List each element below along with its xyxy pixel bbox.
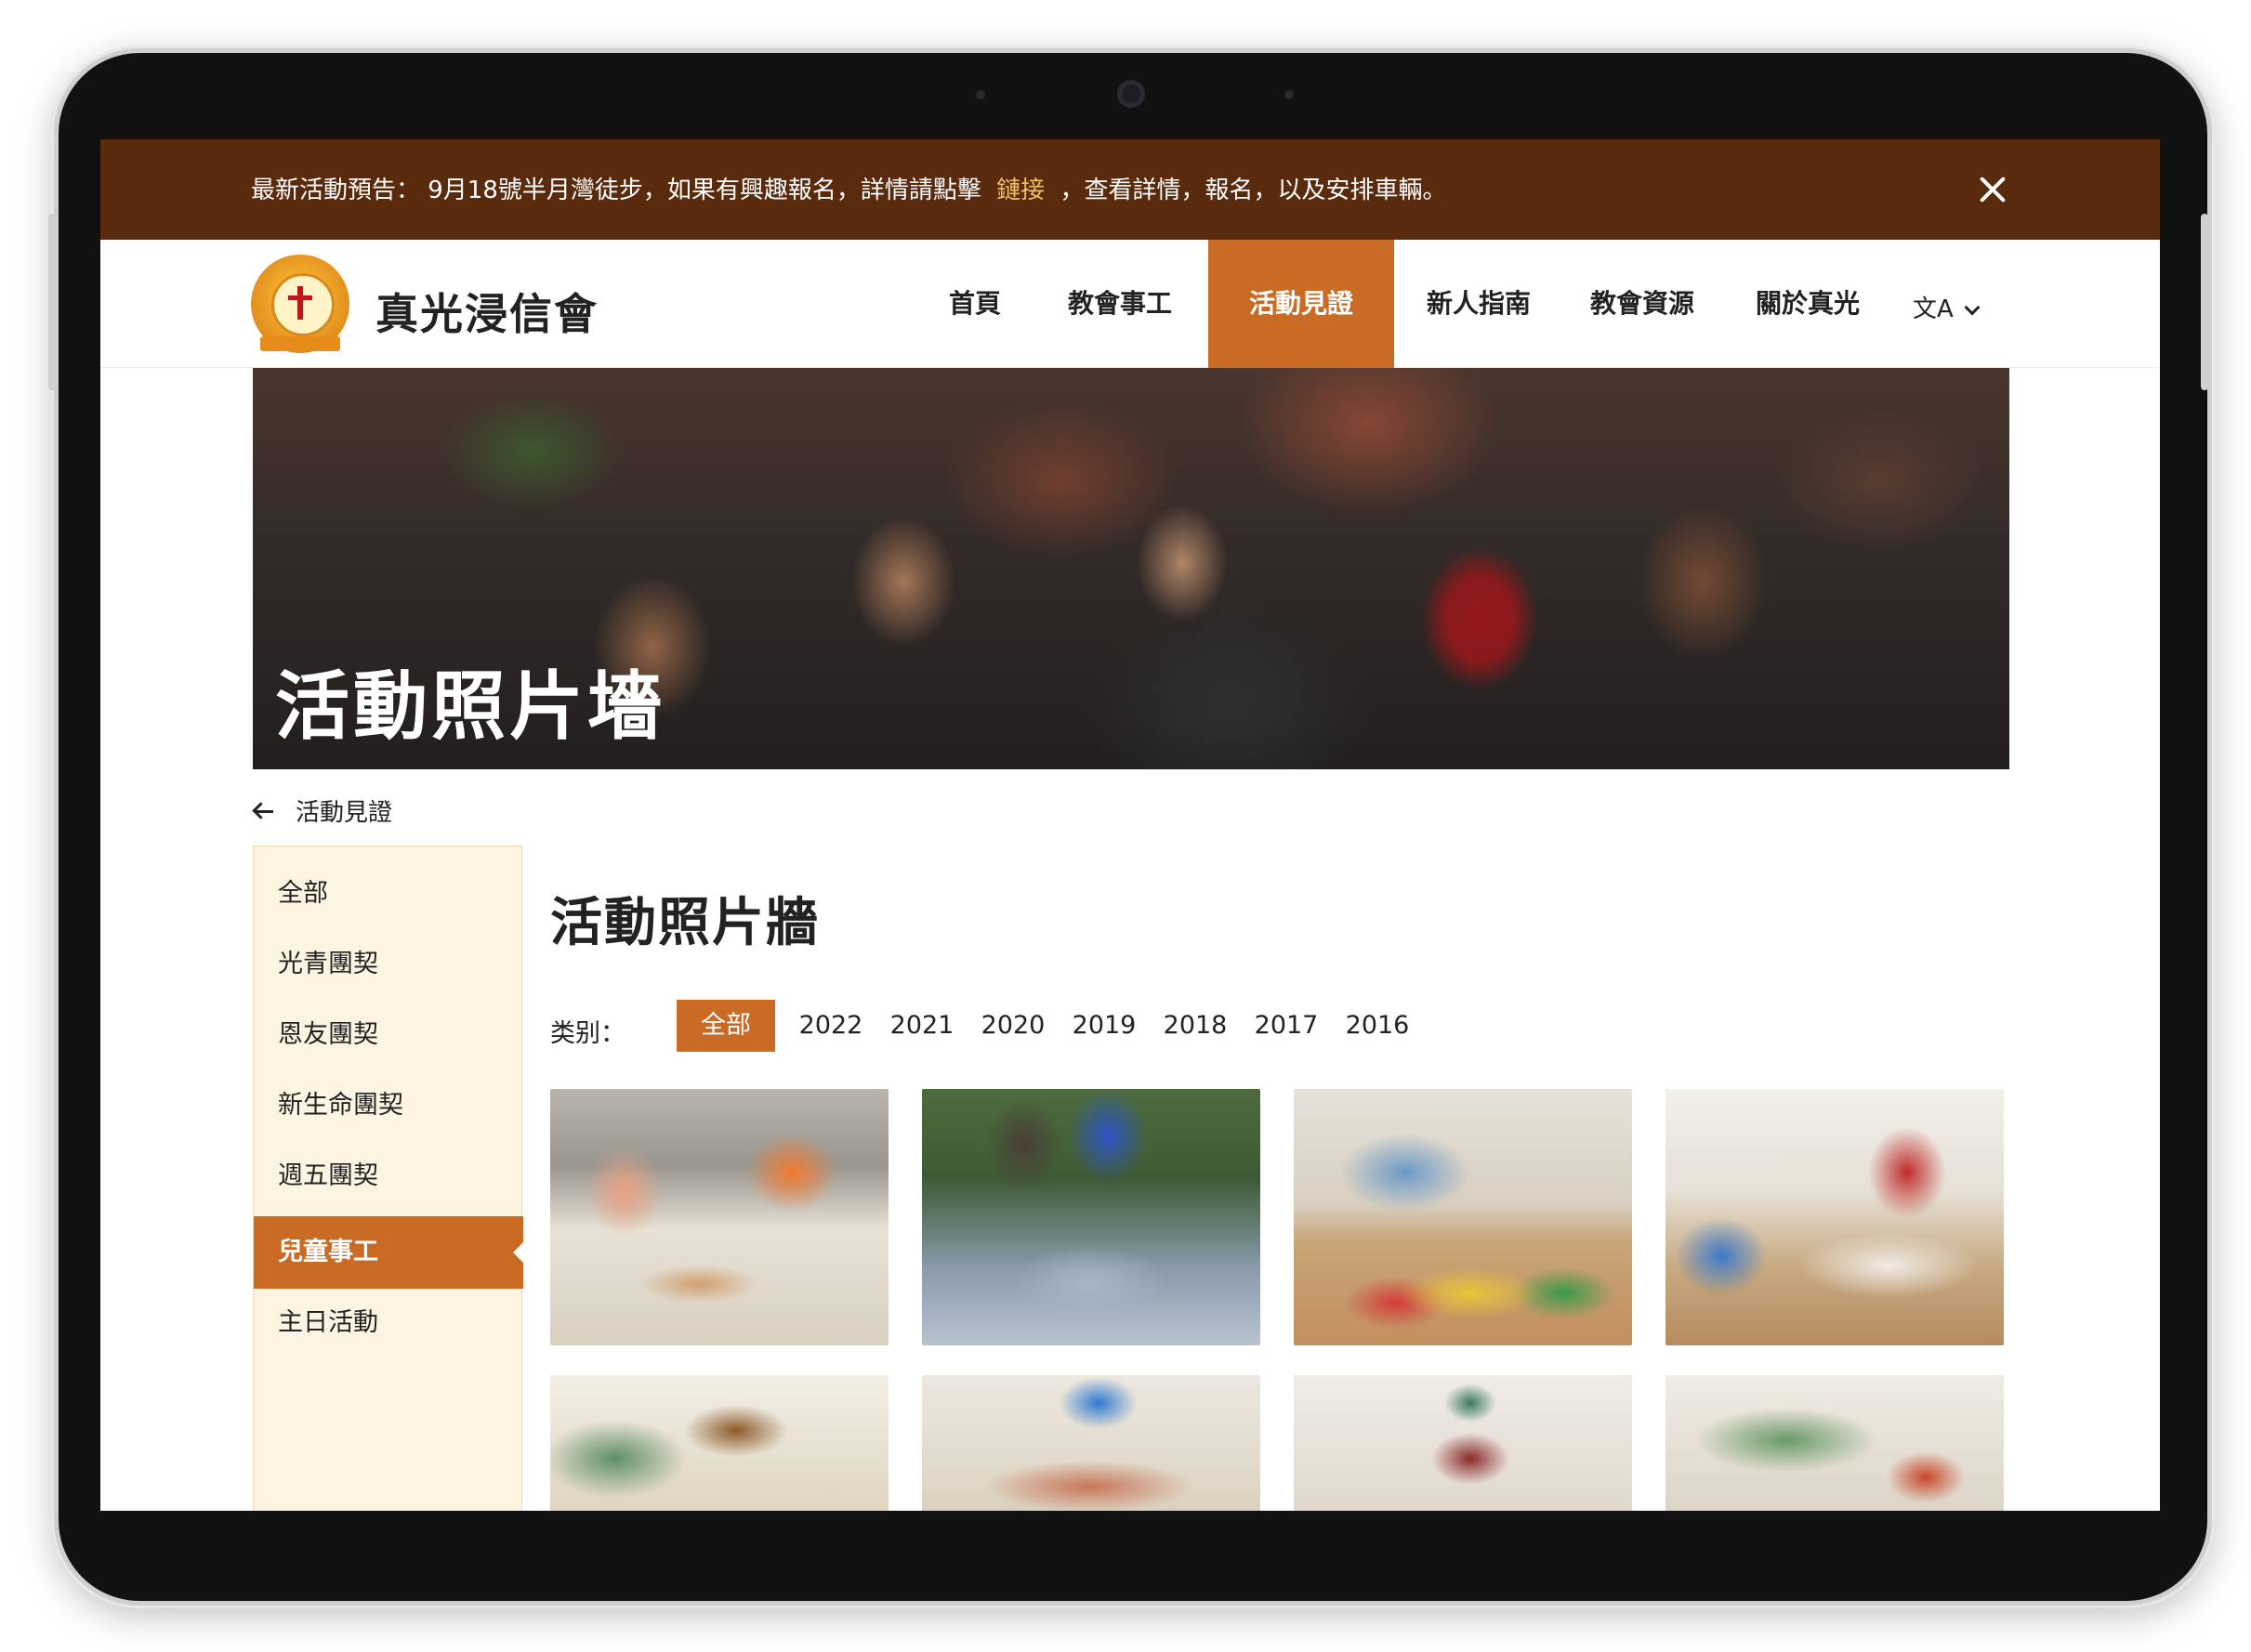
filter-2021[interactable]: 2021 bbox=[887, 1000, 957, 1052]
filter-2022[interactable]: 2022 bbox=[796, 1000, 866, 1052]
chevron-down-icon bbox=[1964, 299, 1981, 316]
filter-2017[interactable]: 2017 bbox=[1251, 1000, 1322, 1052]
gallery-photo[interactable] bbox=[1294, 1375, 1632, 1511]
hero-title: 活動照片墻 bbox=[275, 663, 665, 750]
category-sidebar: 全部 光青團契 恩友團契 新生命團契 週五團契 兒童事工 主日活動 bbox=[253, 846, 524, 1511]
nav-item-events[interactable]: 活動見證 bbox=[1208, 240, 1394, 368]
sidebar-item-sunday[interactable]: 主日活動 bbox=[254, 1287, 523, 1359]
nav-item-home[interactable]: 首頁 bbox=[918, 240, 1032, 368]
language-selector[interactable]: 文A bbox=[1913, 290, 1981, 324]
gallery-photo[interactable] bbox=[922, 1375, 1260, 1511]
announcement-prefix: 最新活動預告： 9月18號半月灣徒步，如果有興趣報名，詳情請點擊 bbox=[251, 177, 981, 204]
gallery-photo[interactable] bbox=[1665, 1375, 2004, 1511]
gallery-photo[interactable] bbox=[550, 1089, 889, 1345]
cross-bar bbox=[288, 295, 312, 300]
nav-item-ministries[interactable]: 教會事工 bbox=[1045, 240, 1195, 368]
sensor-dot bbox=[976, 90, 985, 99]
arrow-left-icon[interactable] bbox=[253, 802, 273, 820]
screen: 最新活動預告： 9月18號半月灣徒步，如果有興趣報名，詳情請點擊 鏈接 ，查看詳… bbox=[100, 139, 2160, 1511]
church-logo-icon[interactable] bbox=[251, 255, 349, 353]
gallery-photo[interactable] bbox=[1294, 1089, 1632, 1345]
sidebar-item-all[interactable]: 全部 bbox=[254, 858, 523, 930]
sensor-dot bbox=[1284, 90, 1294, 99]
filter-2019[interactable]: 2019 bbox=[1069, 1000, 1139, 1052]
brand-name[interactable]: 真光浸信會 bbox=[375, 281, 599, 342]
nav-item-newcomers[interactable]: 新人指南 bbox=[1403, 240, 1554, 368]
announcement-text: 最新活動預告： 9月18號半月灣徒步，如果有興趣報名，詳情請點擊 鏈接 ，查看詳… bbox=[251, 171, 1446, 205]
translate-icon: 文A bbox=[1913, 295, 1954, 323]
filter-2016[interactable]: 2016 bbox=[1342, 1000, 1413, 1052]
tablet-side-button bbox=[2201, 214, 2208, 390]
filter-all[interactable]: 全部 bbox=[677, 1000, 775, 1052]
cross-icon bbox=[297, 286, 303, 320]
gallery-photo[interactable] bbox=[1665, 1089, 2004, 1345]
breadcrumb[interactable]: 活動見證 bbox=[253, 793, 392, 828]
camera-icon bbox=[1117, 80, 1145, 108]
sidebar-item-grace[interactable]: 恩友團契 bbox=[254, 999, 523, 1071]
filter-2018[interactable]: 2018 bbox=[1160, 1000, 1231, 1052]
main-nav: 真光浸信會 首頁 教會事工 活動見證 新人指南 教會資源 關於真光 文A bbox=[100, 240, 2160, 368]
sidebar-item-new-life[interactable]: 新生命團契 bbox=[254, 1069, 523, 1142]
sidebar-item-children[interactable]: 兒童事工 bbox=[254, 1216, 524, 1289]
hero-banner: 活動照片墻 bbox=[253, 368, 2009, 769]
gallery-photo[interactable] bbox=[550, 1375, 889, 1511]
page-title: 活動照片牆 bbox=[550, 893, 820, 953]
breadcrumb-label[interactable]: 活動見證 bbox=[296, 793, 392, 828]
announcement-bar: 最新活動預告： 9月18號半月灣徒步，如果有興趣報名，詳情請點擊 鏈接 ，查看詳… bbox=[100, 139, 2160, 240]
nav-item-resources[interactable]: 教會資源 bbox=[1567, 240, 1718, 368]
nav-item-about[interactable]: 關於真光 bbox=[1732, 240, 1883, 368]
filter-2020[interactable]: 2020 bbox=[978, 1000, 1048, 1052]
sidebar-item-youth[interactable]: 光青團契 bbox=[254, 928, 523, 1001]
announcement-link[interactable]: 鏈接 bbox=[996, 177, 1045, 204]
gallery-photo[interactable] bbox=[922, 1089, 1260, 1345]
announcement-suffix: ，查看詳情，報名，以及安排車輛。 bbox=[1060, 177, 1447, 204]
sidebar-item-friday[interactable]: 週五團契 bbox=[254, 1140, 523, 1213]
logo-ribbon bbox=[260, 336, 340, 351]
tablet-side-button bbox=[48, 214, 56, 390]
filter-label: 类别： bbox=[550, 1019, 625, 1048]
close-icon[interactable] bbox=[1974, 171, 2011, 208]
